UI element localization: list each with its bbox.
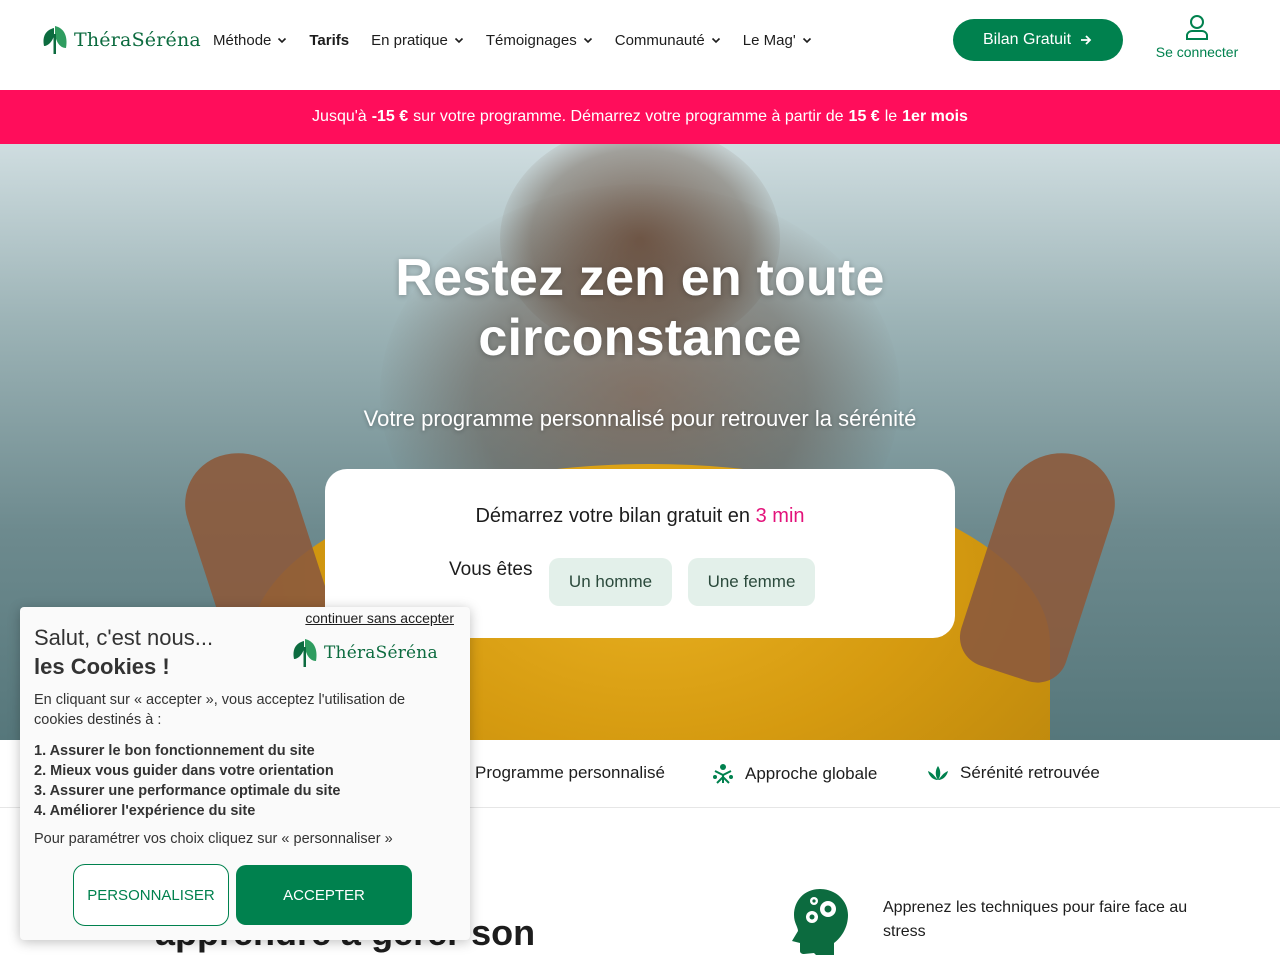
user-icon	[1186, 15, 1208, 40]
promo-text: sur votre programme. Démarrez votre prog…	[413, 108, 844, 125]
brand-leaf-icon	[43, 26, 67, 54]
feature-label: Programme personnalisé	[475, 763, 665, 782]
feature-approche: Approche globale	[711, 763, 877, 785]
hero-title-line: Restez zen en toute	[395, 249, 885, 307]
nav-label: Méthode	[213, 31, 272, 49]
brand-logo[interactable]: ThéraSéréna	[40, 24, 201, 56]
cookie-intro: En cliquant sur « accepter », vous accep…	[34, 692, 406, 728]
cookie-greeting: Salut, c'est nous...	[34, 625, 214, 650]
arrow-right-icon	[1081, 35, 1092, 45]
feature-serenite: Sérénité retrouvée	[926, 763, 1100, 783]
feature-label: Approche globale	[745, 764, 878, 783]
feature-label: Sérénité retrouvée	[960, 763, 1100, 782]
nav-label: En pratique	[371, 31, 448, 49]
cookie-brand-logo: ThéraSéréna	[290, 637, 438, 669]
promo-price: 15 €	[848, 108, 880, 125]
techniques-text: Apprenez les techniques pour faire face …	[883, 899, 1188, 940]
nav-label: Témoignages	[485, 31, 577, 49]
choice-woman-button[interactable]: Une femme	[688, 558, 815, 606]
promo-text: Jusqu'à	[312, 108, 367, 125]
brand-name: ThéraSéréna	[324, 643, 438, 663]
chevron-down-icon	[802, 37, 811, 44]
hero-title-line: circonstance	[478, 309, 802, 367]
list-item: 1. Assurer le bon fonctionnement du site	[34, 743, 315, 759]
head-gears-icon	[792, 889, 848, 955]
nav-label: Tarifs	[309, 31, 350, 49]
promo-banner[interactable]: Jusqu'à -15 € sur votre programme. Démar…	[0, 90, 1280, 144]
cookie-purposes-list: 1. Assurer le bon fonctionnement du site…	[34, 741, 340, 821]
nav-label: Communauté	[614, 31, 705, 49]
promo-discount: -15 €	[371, 108, 409, 125]
nav-label: Le Mag'	[742, 31, 796, 49]
list-item: 3. Assurer une performance optimale du s…	[34, 783, 341, 799]
main-nav: Méthode Tarifs En pratique Témoignages C…	[213, 30, 812, 50]
chevron-down-icon	[711, 37, 720, 44]
nav-item-methode[interactable]: Méthode	[213, 30, 287, 50]
bilan-duration: 3 min	[755, 505, 805, 527]
lotus-icon	[928, 766, 948, 780]
hero-title: Restez zen en toute circonstance	[340, 248, 940, 368]
personalize-button[interactable]: PERSONNALISER	[73, 864, 229, 926]
continue-without-accepting-link[interactable]: continuer sans accepter	[305, 610, 454, 626]
chevron-down-icon	[278, 37, 287, 44]
login-label: Se connecter	[1155, 44, 1239, 60]
nav-item-communaute[interactable]: Communauté	[615, 30, 721, 50]
chevron-down-icon	[583, 37, 592, 44]
cookie-title: les Cookies !	[34, 654, 170, 679]
login-link[interactable]: Se connecter	[1150, 14, 1244, 60]
nav-item-le-mag[interactable]: Le Mag'	[743, 30, 812, 50]
nav-item-tarifs[interactable]: Tarifs	[309, 30, 349, 50]
list-item: 2. Mieux vous guider dans votre orientat…	[34, 763, 334, 779]
promo-text: le	[884, 108, 898, 125]
cookie-settings-hint: Pour paramétrer vos choix cliquez sur « …	[34, 831, 393, 847]
site-header: ThéraSéréna Méthode Tarifs En pratique T…	[0, 0, 1280, 90]
gender-label: Vous êtes	[449, 559, 533, 580]
bilan-title: Démarrez votre bilan gratuit en 3 min	[325, 505, 955, 528]
cta-label: Bilan Gratuit	[982, 31, 1072, 48]
nav-item-en-pratique[interactable]: En pratique	[371, 30, 464, 50]
list-item: 4. Améliorer l'expérience du site	[34, 803, 256, 819]
hero-subtitle: Votre programme personnalisé pour retrou…	[363, 406, 917, 431]
nav-item-temoignages[interactable]: Témoignages	[486, 30, 593, 50]
bilan-gratuit-button[interactable]: Bilan Gratuit	[953, 19, 1123, 61]
brand-name: ThéraSéréna	[74, 29, 201, 51]
chevron-down-icon	[454, 37, 463, 44]
accept-button[interactable]: ACCEPTER	[236, 865, 412, 925]
cookie-banner: continuer sans accepter Salut, c'est nou…	[20, 607, 470, 940]
bilan-title-text: Démarrez votre bilan gratuit en	[475, 505, 751, 527]
choice-man-button[interactable]: Un homme	[549, 558, 672, 606]
promo-period: 1er mois	[902, 108, 968, 125]
feature-programme: Programme personnalisé	[475, 763, 665, 783]
brand-leaf-icon	[293, 639, 317, 667]
holistic-icon	[713, 764, 733, 784]
